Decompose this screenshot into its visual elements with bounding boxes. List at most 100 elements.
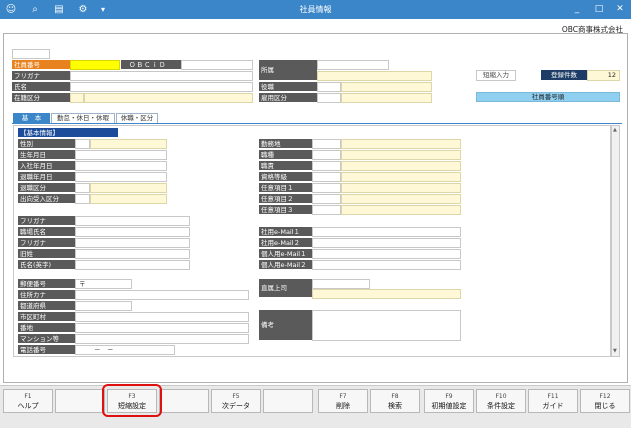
f11-guide-button[interactable]: F11 ガイド (528, 389, 578, 413)
dept-label: 所属 (259, 60, 317, 81)
phone-input[interactable]: － － (75, 345, 175, 355)
city-input[interactable] (75, 312, 249, 322)
fkey-number: F7 (339, 393, 347, 400)
personal-email-1-input[interactable] (312, 249, 461, 259)
supervisor-code[interactable] (312, 279, 370, 289)
fkey-label: ガイド (542, 402, 564, 410)
furigana-input[interactable] (70, 71, 253, 81)
scroll-up-icon[interactable]: ▲ (613, 127, 617, 133)
post-code[interactable] (317, 82, 341, 92)
fkey-number: F5 (232, 393, 240, 400)
status-code[interactable] (70, 93, 84, 103)
tab-attendance[interactable]: 勤怠・休日・休暇 (51, 113, 115, 123)
obcid-label: ＯＢＣｉＤ (121, 60, 181, 70)
employee-no-input[interactable] (70, 60, 120, 70)
maiden-name-label: 旧姓 (18, 249, 75, 259)
responsibility-label: 職責 (259, 161, 312, 171)
f5-next-data-button[interactable]: F5 次データ (211, 389, 261, 413)
custom-item-3-name (341, 205, 461, 215)
fkey-number: F10 (495, 393, 507, 400)
birthdate-input[interactable] (75, 150, 167, 160)
note-input[interactable] (312, 310, 461, 341)
secondment-code[interactable] (75, 194, 90, 204)
work-furigana-label: フリガナ (18, 238, 75, 248)
supervisor-name (312, 289, 461, 299)
work-email-2-input[interactable] (312, 238, 461, 248)
prefecture-input[interactable] (75, 301, 132, 311)
scroll-down-icon[interactable]: ▼ (613, 348, 617, 354)
minimize-button[interactable]: _ (570, 3, 584, 16)
f6-button[interactable] (263, 389, 313, 413)
retire-date-input[interactable] (75, 172, 167, 182)
vertical-scrollbar[interactable]: ▲ ▼ (611, 125, 620, 357)
grade-name (341, 172, 461, 182)
custom-item-1-code[interactable] (312, 183, 341, 193)
furigana-label: フリガナ (12, 71, 70, 81)
employment-code[interactable] (317, 93, 341, 103)
section-title: 【基本情報】 (18, 128, 118, 138)
postal-code-label: 郵便番号 (18, 279, 75, 289)
f2-button[interactable] (55, 389, 105, 413)
f8-search-button[interactable]: F8 検索 (370, 389, 420, 413)
dept-code[interactable] (317, 60, 389, 70)
street-input[interactable] (75, 323, 249, 333)
short-input-button[interactable]: 短縮入力 (476, 70, 516, 81)
furigana2-label: フリガナ (18, 216, 75, 226)
work-furigana-input[interactable] (75, 238, 190, 248)
gender-code[interactable] (75, 139, 90, 149)
custom-item-3-code[interactable] (312, 205, 341, 215)
retire-type-label: 退職区分 (18, 183, 75, 193)
work-name-input[interactable] (75, 227, 190, 237)
grade-code[interactable] (312, 172, 341, 182)
custom-item-2-name (341, 194, 461, 204)
maiden-name-input[interactable] (75, 249, 190, 259)
maximize-button[interactable]: □ (592, 3, 606, 16)
workplace-code[interactable] (312, 139, 341, 149)
fkey-label: 条件設定 (487, 402, 515, 410)
custom-item-1-label: 任意項目１ (259, 183, 312, 193)
tab-leave[interactable]: 休職・区分 (116, 113, 158, 123)
fkey-number: F12 (599, 393, 611, 400)
address-kana-input[interactable] (75, 290, 249, 300)
job-type-name (341, 150, 461, 160)
retire-type-code[interactable] (75, 183, 90, 193)
supervisor-label: 直属上司 (259, 279, 312, 298)
gender-label: 性別 (18, 139, 75, 149)
english-name-input[interactable] (75, 260, 190, 270)
status-label: 在籍区分 (12, 93, 70, 103)
job-type-code[interactable] (312, 150, 341, 160)
sort-order-bar[interactable]: 社員番号順 (476, 92, 620, 102)
fkey-label: 削除 (336, 402, 350, 410)
fkey-number: F11 (547, 393, 559, 400)
f9-defaults-button[interactable]: F9 初期値設定 (424, 389, 474, 413)
f4-button[interactable] (159, 389, 209, 413)
custom-item-2-code[interactable] (312, 194, 341, 204)
birthdate-label: 生年月日 (18, 150, 75, 160)
work-email-1-input[interactable] (312, 227, 461, 237)
personal-email-2-label: 個人用e-Mail２ (259, 260, 312, 270)
f12-close-button[interactable]: F12 閉じる (580, 389, 630, 413)
obcid-input[interactable] (181, 60, 253, 70)
phone-label: 電話番号 (18, 345, 75, 355)
post-label: 役職 (259, 82, 317, 92)
f7-delete-button[interactable]: F7 削除 (318, 389, 368, 413)
address-kana-label: 住所カナ (18, 290, 75, 300)
building-label: マンション等 (18, 334, 75, 344)
furigana2-input[interactable] (75, 216, 190, 226)
postal-code-input[interactable]: 〒 (75, 279, 132, 289)
gender-name (90, 139, 167, 149)
personal-email-2-input[interactable] (312, 260, 461, 270)
street-label: 番地 (18, 323, 75, 333)
code-box[interactable] (12, 49, 50, 59)
close-button[interactable]: ✕ (613, 3, 627, 16)
name-input[interactable] (70, 82, 253, 92)
f1-help-button[interactable]: F1 ヘルプ (3, 389, 53, 413)
tab-basic[interactable]: 基 本 (13, 113, 50, 123)
f10-conditions-button[interactable]: F10 条件設定 (476, 389, 526, 413)
building-input[interactable] (75, 334, 249, 344)
responsibility-code[interactable] (312, 161, 341, 171)
hire-date-input[interactable] (75, 161, 167, 171)
window-title: 社員情報 (299, 5, 332, 14)
grade-label: 資格等級 (259, 172, 312, 182)
workplace-label: 勤務地 (259, 139, 312, 149)
